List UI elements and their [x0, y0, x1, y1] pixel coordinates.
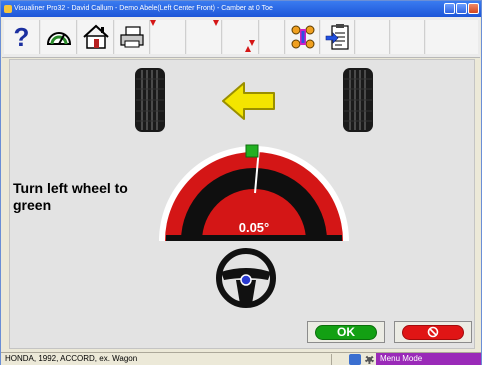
- window-title: Visualiner Pro32 - David Callum - Demo A…: [14, 5, 273, 12]
- maximize-button[interactable]: [456, 3, 467, 14]
- minimize-button[interactable]: [444, 3, 455, 14]
- ok-button[interactable]: OK: [307, 321, 385, 343]
- vehicle-specs-button[interactable]: [286, 20, 320, 54]
- left-tire-icon: [135, 68, 165, 132]
- red-marker-icon: [245, 46, 251, 52]
- gauge-button[interactable]: [41, 20, 77, 54]
- print-button[interactable]: [115, 20, 150, 54]
- toolbar-slot-6: [391, 20, 425, 54]
- user-icon[interactable]: [349, 354, 361, 365]
- clipboard-icon: [325, 24, 349, 50]
- help-icon: ?: [13, 22, 30, 52]
- ok-label: OK: [315, 324, 377, 340]
- red-marker-icon: [213, 20, 219, 26]
- close-button[interactable]: [468, 3, 479, 14]
- toolbar-slot-4: [260, 20, 285, 54]
- worksheet-button[interactable]: [321, 20, 355, 54]
- gear-icon[interactable]: [365, 355, 374, 364]
- toolbar-slot-7: [426, 20, 478, 54]
- title-bar[interactable]: Visualiner Pro32 - David Callum - Demo A…: [1, 1, 481, 17]
- gauge-icon: [46, 32, 71, 45]
- app-window: Visualiner Pro32 - David Callum - Demo A…: [0, 0, 482, 365]
- cancel-pill: [402, 324, 464, 340]
- toolbar: ?: [2, 17, 480, 58]
- home-icon: [82, 24, 109, 49]
- red-marker-icon: [150, 20, 156, 26]
- home-button[interactable]: [78, 20, 114, 54]
- instruction-text: Turn left wheel to green: [13, 180, 128, 213]
- app-icon: [4, 5, 12, 13]
- status-divider: [331, 354, 332, 365]
- cancel-button[interactable]: [394, 321, 472, 343]
- steering-wheel-icon: [216, 248, 276, 308]
- right-tire-icon: [343, 68, 373, 132]
- toolbar-slot-2: [187, 20, 222, 54]
- window-controls: [444, 3, 479, 14]
- status-mode: Menu Mode: [376, 353, 481, 365]
- printer-icon: [120, 26, 144, 48]
- red-marker-icon: [249, 40, 255, 46]
- toolbar-slot-3: [223, 20, 259, 54]
- toolbar-slot-5: [356, 20, 390, 54]
- gauge-value: 0.05°: [238, 220, 270, 235]
- turn-left-arrow-icon: [222, 82, 275, 120]
- status-vehicle: HONDA, 1992, ACCORD, ex. Wagon: [5, 354, 138, 363]
- prohibited-icon: [427, 326, 439, 338]
- toolbar-slot-1: [150, 20, 186, 54]
- vehicle-specs-icon: [291, 25, 314, 49]
- help-button[interactable]: ?: [4, 20, 40, 54]
- status-bar: HONDA, 1992, ACCORD, ex. Wagon Menu Mode: [1, 352, 481, 365]
